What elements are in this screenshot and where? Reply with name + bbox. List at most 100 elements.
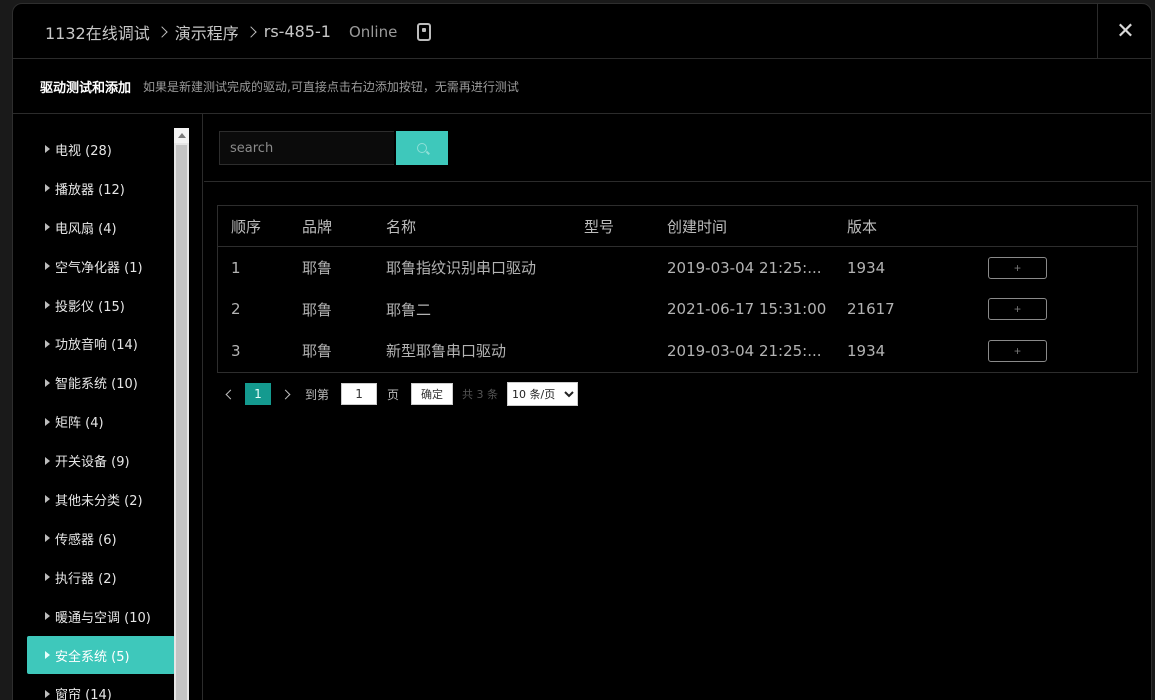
caret-right-icon (45, 339, 50, 348)
device-icon[interactable] (417, 22, 432, 41)
sidebar-item-sensor[interactable]: 传感器 (6) (27, 519, 175, 558)
breadcrumb-item-port: rs-485-1 (263, 22, 331, 41)
cell-brand: 耶鲁 (302, 342, 333, 361)
cell-name: 耶鲁二 (386, 300, 432, 319)
column-header-version: 版本 (847, 217, 878, 236)
sidebar-item-projector[interactable]: 投影仪 (15) (27, 286, 175, 325)
cell-action: + (988, 298, 1108, 321)
cell-version: 21617 (847, 300, 895, 319)
chevron-left-icon (225, 389, 236, 399)
caret-right-icon (45, 223, 50, 232)
chevron-right-icon (280, 389, 291, 399)
goto-page-input[interactable] (341, 383, 378, 405)
column-header-index: 顺序 (231, 217, 262, 236)
sidebar-item-switch[interactable]: 开关设备 (9) (27, 441, 175, 480)
sidebar-item-air-purifier[interactable]: 空气净化器 (1) (27, 247, 175, 286)
add-driver-button[interactable]: + (988, 298, 1047, 321)
goto-label: 到第 (305, 387, 330, 402)
cell-index: 3 (231, 341, 241, 360)
search-icon (417, 143, 427, 153)
sidebar-item-hvac[interactable]: 暖通与空调 (10) (27, 597, 175, 636)
sidebar-item-smart-system[interactable]: 智能系统 (10) (27, 363, 175, 402)
cell-name: 新型耶鲁串口驱动 (386, 342, 507, 361)
caret-right-icon (45, 184, 50, 193)
column-header-name: 名称 (386, 217, 417, 236)
category-list: 电视 (28) 播放器 (12) 电风扇 (4) 空气净化器 (1) 投影仪 (… (27, 130, 175, 700)
next-page-button[interactable] (275, 382, 299, 406)
sidebar-item-fan[interactable]: 电风扇 (4) (27, 208, 175, 247)
caret-right-icon (45, 689, 50, 698)
cell-action: + (988, 339, 1108, 362)
page-number-current[interactable]: 1 (245, 383, 271, 405)
breadcrumb-item-program[interactable]: 演示程序 (175, 20, 239, 44)
cell-created: 2019-03-04 21:25:... (667, 341, 822, 360)
cell-name: 耶鲁指纹识别串口驱动 (386, 259, 537, 278)
sidebar-item-label: 播放器 (12) (55, 182, 125, 198)
search-button[interactable] (396, 131, 448, 165)
sidebar-item-amplifier[interactable]: 功放音响 (14) (27, 324, 175, 363)
sidebar-item-label: 窗帘 (14) (55, 688, 112, 700)
add-driver-button[interactable]: + (988, 339, 1047, 362)
caret-right-icon (45, 612, 50, 621)
sidebar-item-label: 电视 (28) (55, 143, 112, 159)
total-count: 共 3 条 (462, 388, 499, 401)
sidebar-item-label: 空气净化器 (1) (55, 260, 143, 276)
sidebar-item-player[interactable]: 播放器 (12) (27, 169, 175, 208)
page-size-select[interactable]: 10 条/页 (507, 382, 579, 406)
sidebar-item-label: 暖通与空调 (10) (55, 610, 151, 626)
scroll-up-arrow-icon[interactable] (174, 128, 189, 143)
driver-table: 顺序 品牌 名称 型号 创建时间 版本 1 耶鲁 耶鲁指纹识别串口驱动 2019… (217, 205, 1138, 373)
sidebar-item-label: 传感器 (6) (55, 532, 117, 548)
caret-right-icon (45, 534, 50, 543)
caret-right-icon (45, 651, 50, 660)
sidebar-item-tv[interactable]: 电视 (28) (27, 130, 175, 169)
breadcrumb-item-debug[interactable]: 1132在线调试 (45, 20, 150, 44)
table-row: 1 耶鲁 耶鲁指纹识别串口驱动 2019-03-04 21:25:... 193… (218, 247, 1137, 289)
caret-right-icon (45, 456, 50, 465)
caret-right-icon (45, 573, 50, 582)
cell-index: 2 (231, 300, 241, 319)
category-sidebar: 电视 (28) 播放器 (12) 电风扇 (4) 空气净化器 (1) 投影仪 (… (13, 114, 203, 700)
sidebar-item-label: 安全系统 (5) (55, 649, 130, 665)
sidebar-item-matrix[interactable]: 矩阵 (4) (27, 402, 175, 441)
column-header-model: 型号 (584, 217, 615, 236)
caret-right-icon (45, 378, 50, 387)
caret-right-icon (45, 417, 50, 426)
status-badge: Online (348, 22, 398, 41)
sidebar-item-label: 其他未分类 (2) (55, 493, 143, 509)
section-description: 如果是新建测试完成的驱动,可直接点击右边添加按钮，无需再进行测试 (143, 79, 519, 94)
cell-brand: 耶鲁 (302, 300, 333, 319)
table-row: 2 耶鲁 耶鲁二 2021-06-17 15:31:00 21617 + (218, 289, 1137, 331)
section-header: 驱动测试和添加 如果是新建测试完成的驱动,可直接点击右边添加按钮，无需再进行测试 (13, 59, 1151, 114)
search-input[interactable] (219, 131, 394, 165)
add-driver-button[interactable]: + (988, 256, 1047, 279)
sidebar-item-label: 投影仪 (15) (55, 299, 125, 315)
prev-page-button[interactable] (217, 382, 241, 406)
page-unit-label: 页 (387, 387, 400, 402)
sidebar-item-actuator[interactable]: 执行器 (2) (27, 558, 175, 597)
scrollbar-thumb[interactable] (176, 145, 187, 700)
driver-panel: 顺序 品牌 名称 型号 创建时间 版本 1 耶鲁 耶鲁指纹识别串口驱动 2019… (204, 114, 1151, 700)
table-header: 顺序 品牌 名称 型号 创建时间 版本 (218, 206, 1137, 247)
driver-test-dialog: 1132在线调试 演示程序 rs-485-1 Online ✕ 驱动测试和添加 … (12, 3, 1152, 700)
sidebar-item-security[interactable]: 安全系统 (5) (27, 635, 175, 675)
caret-right-icon (45, 495, 50, 504)
column-header-brand: 品牌 (302, 217, 333, 236)
confirm-goto-button[interactable]: 确定 (411, 383, 454, 405)
table-row: 3 耶鲁 新型耶鲁串口驱动 2019-03-04 21:25:... 1934 … (218, 330, 1137, 372)
caret-right-icon (45, 262, 50, 271)
search-bar (204, 114, 1151, 182)
pagination: 1 到第 页 确定 共 3 条 10 条/页 (217, 382, 579, 406)
cell-version: 1934 (847, 258, 886, 277)
cell-action: + (988, 256, 1108, 279)
sidebar-item-curtain[interactable]: 窗帘 (14) (27, 674, 175, 700)
breadcrumb: 1132在线调试 演示程序 rs-485-1 Online (45, 4, 432, 59)
section-title: 驱动测试和添加 (40, 80, 132, 96)
column-header-created: 创建时间 (667, 217, 728, 236)
sidebar-scrollbar[interactable] (174, 128, 189, 700)
sidebar-item-other[interactable]: 其他未分类 (2) (27, 480, 175, 519)
dialog-header: 1132在线调试 演示程序 rs-485-1 Online ✕ (13, 4, 1151, 59)
cell-index: 1 (231, 258, 241, 277)
sidebar-item-label: 电风扇 (4) (55, 221, 117, 237)
close-button[interactable]: ✕ (1097, 4, 1151, 59)
